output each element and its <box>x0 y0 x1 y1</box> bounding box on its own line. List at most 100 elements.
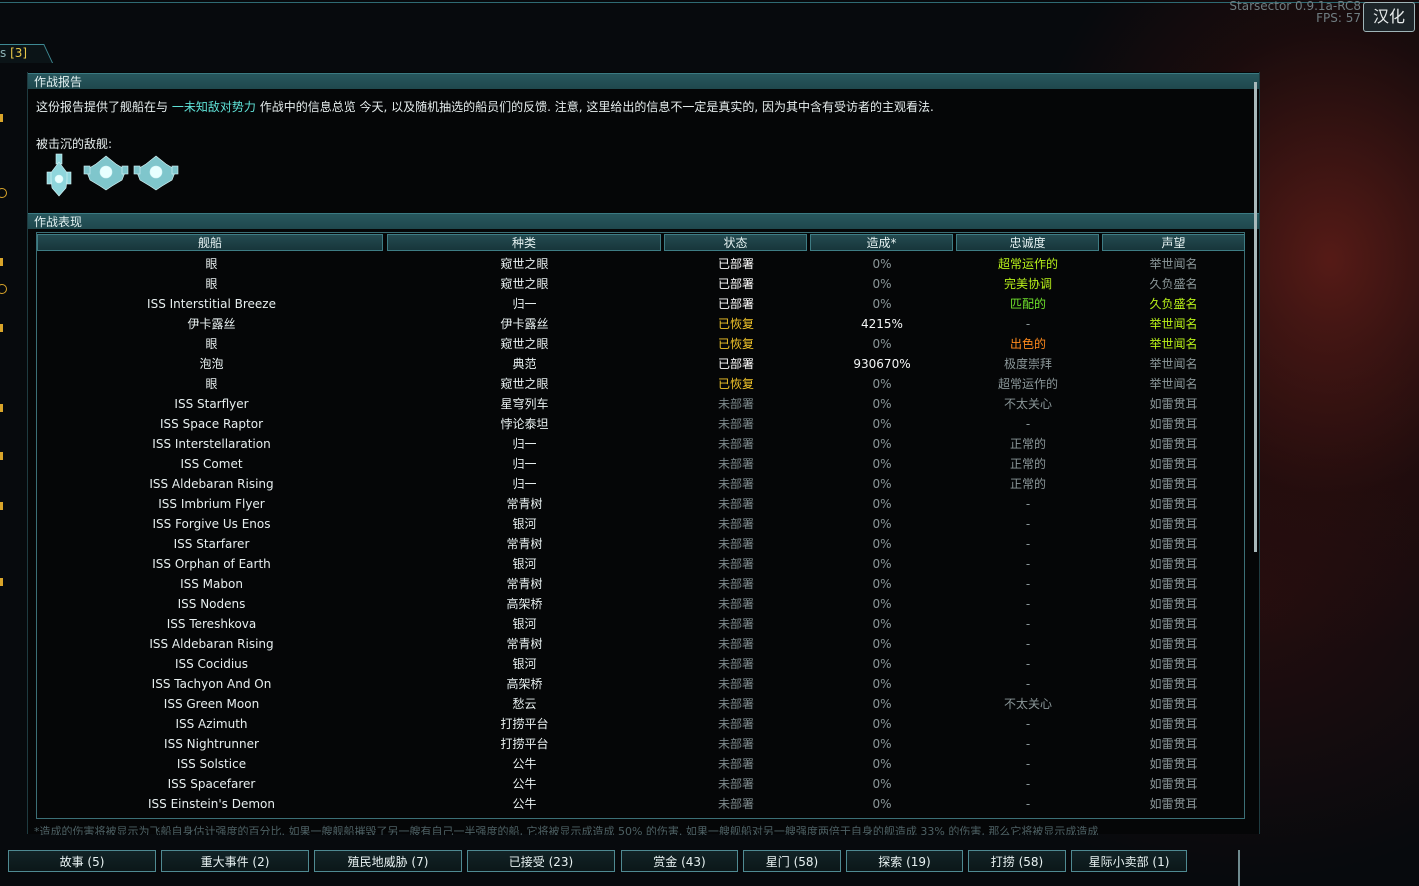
ship-type-cell: 典范 <box>512 357 537 371</box>
table-row[interactable]: 眼 窥世之眼 已恢复 0% 超常运作的 举世闻名 <box>37 374 1246 394</box>
ship-name-cell: ISS Interstitial Breeze <box>147 297 276 311</box>
bottom-tab-button[interactable]: 星门 (58) <box>743 850 841 872</box>
ship-type-cell: 打捞平台 <box>500 737 549 751</box>
table-row[interactable]: ISS Mabon 常青树 未部署 0% - 如雷贯耳 <box>37 574 1246 594</box>
table-row[interactable]: 眼 窥世之眼 已恢复 0% 出色的 举世闻名 <box>37 334 1246 354</box>
loyalty-cell: 正常的 <box>1009 457 1046 471</box>
table-row[interactable]: ISS Orphan of Earth 银河 未部署 0% - 如雷贯耳 <box>37 554 1246 574</box>
status-cell: 未部署 <box>717 697 754 711</box>
loyalty-cell: 正常的 <box>1009 477 1046 491</box>
loyalty-cell: - <box>1025 777 1031 791</box>
table-row[interactable]: ISS Space Raptor 悖论泰坦 未部署 0% - 如雷贯耳 <box>37 414 1246 434</box>
reputation-cell: 如雷贯耳 <box>1149 477 1198 491</box>
fps-readout: Starsector 0.9.1a-RC8 FPS: 57 <box>1229 0 1361 24</box>
ship-name-cell: ISS Starfarer <box>173 537 250 551</box>
status-cell: 已恢复 <box>717 337 754 351</box>
bottom-tab-button[interactable]: 赏金 (43) <box>621 850 738 872</box>
bottom-tab-button[interactable]: 已接受 (23) <box>467 850 615 872</box>
table-row[interactable]: ISS Aldebaran Rising 归一 未部署 0% 正常的 如雷贯耳 <box>37 474 1246 494</box>
status-cell: 未部署 <box>717 517 754 531</box>
reputation-cell: 如雷贯耳 <box>1149 517 1198 531</box>
loyalty-cell: - <box>1025 557 1031 571</box>
bottom-tab-button[interactable]: 重大事件 (2) <box>161 850 309 872</box>
table-row[interactable]: 眼 窥世之眼 已部署 0% 超常运作的 举世闻名 <box>37 254 1246 274</box>
bottom-tab-button[interactable]: 星际小卖部 (1) <box>1071 850 1187 872</box>
reputation-cell: 如雷贯耳 <box>1149 397 1198 411</box>
table-row[interactable]: ISS Comet 归一 未部署 0% 正常的 如雷贯耳 <box>37 454 1246 474</box>
table-row[interactable]: ISS Aldebaran Rising 常青树 未部署 0% - 如雷贯耳 <box>37 634 1246 654</box>
table-row[interactable]: ISS Azimuth 打捞平台 未部署 0% - 如雷贯耳 <box>37 714 1246 734</box>
table-row[interactable]: ISS Nodens 高架桥 未部署 0% - 如雷贯耳 <box>37 594 1246 614</box>
table-row[interactable]: ISS Nightrunner 打捞平台 未部署 0% - 如雷贯耳 <box>37 734 1246 754</box>
ship-type-cell: 银河 <box>512 617 537 631</box>
damage-cell: 0% <box>872 257 892 271</box>
ship-type-cell: 窥世之眼 <box>500 257 549 271</box>
reputation-cell: 举世闻名 <box>1149 317 1198 331</box>
col-header-type[interactable]: 种类 <box>387 234 661 251</box>
bottom-tab-button[interactable]: 殖民地威胁 (7) <box>314 850 462 872</box>
reputation-cell: 如雷贯耳 <box>1149 617 1198 631</box>
reputation-cell: 如雷贯耳 <box>1149 537 1198 551</box>
table-header: 舰船 种类 状态 造成* 忠诚度 声望 <box>37 233 1246 252</box>
damage-cell: 0% <box>872 757 892 771</box>
enemy-ship-icon[interactable] <box>42 152 76 200</box>
col-header-reputation[interactable]: 声望 <box>1102 234 1245 251</box>
table-row[interactable]: 泡泡 典范 已部署 930670% 极度崇拜 举世闻名 <box>37 354 1246 374</box>
table-row[interactable]: ISS Forgive Us Enos 银河 未部署 0% - 如雷贯耳 <box>37 514 1246 534</box>
table-row[interactable]: ISS Green Moon 愁云 未部署 0% 不太关心 如雷贯耳 <box>37 694 1246 714</box>
bottom-tab-button[interactable]: 故事 (5) <box>8 850 156 872</box>
col-header-loyalty[interactable]: 忠诚度 <box>956 234 1099 251</box>
status-cell: 未部署 <box>717 497 754 511</box>
loyalty-cell: - <box>1025 657 1031 671</box>
col-header-status[interactable]: 状态 <box>664 234 807 251</box>
ship-name-cell: ISS Orphan of Earth <box>152 557 271 571</box>
bottom-tab-button[interactable]: 打捞 (58) <box>968 850 1066 872</box>
damage-cell: 0% <box>872 517 892 531</box>
status-cell: 未部署 <box>717 397 754 411</box>
col-header-damage[interactable]: 造成* <box>810 234 953 251</box>
ship-type-cell: 公牛 <box>512 777 537 791</box>
ship-name-cell: ISS Solstice <box>176 757 247 771</box>
status-cell: 已部署 <box>717 297 754 311</box>
ship-type-cell: 伊卡露丝 <box>500 317 549 331</box>
table-row[interactable]: ISS Spacefarer 公牛 未部署 0% - 如雷贯耳 <box>37 774 1246 794</box>
table-row[interactable]: ISS Imbrium Flyer 常青树 未部署 0% - 如雷贯耳 <box>37 494 1246 514</box>
damage-cell: 0% <box>872 417 892 431</box>
ship-type-cell: 常青树 <box>506 537 543 551</box>
language-button[interactable]: 汉化 <box>1363 2 1415 32</box>
table-row[interactable]: ISS Einstein's Demon 公牛 未部署 0% - 如雷贯耳 <box>37 794 1246 814</box>
ship-name-cell: ISS Spacefarer <box>167 777 256 791</box>
table-row[interactable]: ISS Tachyon And On 高架桥 未部署 0% - 如雷贯耳 <box>37 674 1246 694</box>
status-cell: 未部署 <box>717 557 754 571</box>
tab-label-prefix: s <box>0 46 7 60</box>
reputation-cell: 举世闻名 <box>1149 377 1198 391</box>
table-row[interactable]: ISS Interstitial Breeze 归一 已部署 0% 匹配的 久负盛名 <box>37 294 1246 314</box>
enemy-ship-icon[interactable] <box>132 152 180 192</box>
enemy-ship-icon[interactable] <box>82 152 130 192</box>
damage-cell: 0% <box>872 457 892 471</box>
scrollbar[interactable] <box>1254 82 1257 552</box>
table-row[interactable]: ISS Starfarer 常青树 未部署 0% - 如雷贯耳 <box>37 534 1246 554</box>
side-marker <box>0 324 3 332</box>
table-row[interactable]: ISS Starflyer 星穹列车 未部署 0% 不太关心 如雷贯耳 <box>37 394 1246 414</box>
report-intro: 这份报告提供了舰船在与 一未知敌对势力 作战中的信息总览 今天, 以及随机抽选的… <box>36 98 934 115</box>
ship-type-cell: 打捞平台 <box>500 717 549 731</box>
reputation-cell: 举世闻名 <box>1149 357 1198 371</box>
bottom-tab-button[interactable]: 探索 (19) <box>846 850 963 872</box>
table-row[interactable]: ISS Interstellaration 归一 未部署 0% 正常的 如雷贯耳 <box>37 434 1246 454</box>
ship-name-cell: ISS Cocidius <box>174 657 249 671</box>
table-row[interactable]: ISS Solstice 公牛 未部署 0% - 如雷贯耳 <box>37 754 1246 774</box>
table-row[interactable]: ISS Tereshkova 银河 未部署 0% - 如雷贯耳 <box>37 614 1246 634</box>
damage-cell: 0% <box>872 677 892 691</box>
ship-type-cell: 归一 <box>512 437 537 451</box>
tab-label[interactable]: s [3] <box>0 46 27 60</box>
status-cell: 未部署 <box>717 477 754 491</box>
reputation-cell: 如雷贯耳 <box>1149 577 1198 591</box>
loyalty-cell: - <box>1025 597 1031 611</box>
table-row[interactable]: 眼 窥世之眼 已部署 0% 完美协调 久负盛名 <box>37 274 1246 294</box>
col-header-ship[interactable]: 舰船 <box>37 234 383 251</box>
table-row[interactable]: ISS Cocidius 银河 未部署 0% - 如雷贯耳 <box>37 654 1246 674</box>
table-row[interactable]: 伊卡露丝 伊卡露丝 已恢复 4215% - 举世闻名 <box>37 314 1246 334</box>
loyalty-cell: 超常运作的 <box>997 377 1058 391</box>
loyalty-cell: 正常的 <box>1009 437 1046 451</box>
